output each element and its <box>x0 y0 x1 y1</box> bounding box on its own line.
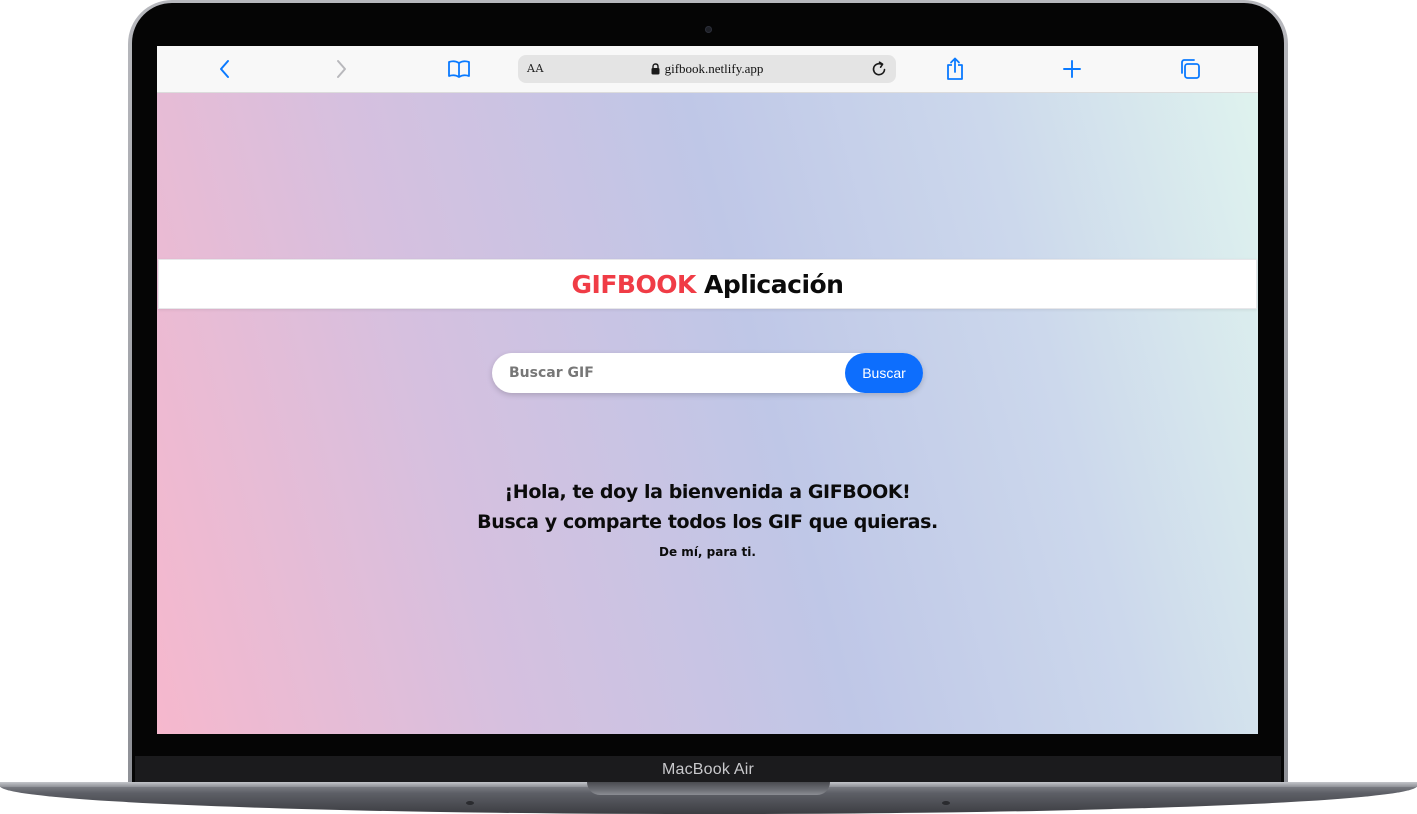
page-title: GIFBOOK Aplicación <box>572 270 844 299</box>
lock-icon <box>651 63 660 75</box>
address-bar[interactable]: AA gifbook.netlify.app <box>518 55 896 83</box>
app-header: GIFBOOK Aplicación <box>158 259 1257 309</box>
chevron-right-icon <box>337 60 346 78</box>
base-foot <box>466 801 474 805</box>
back-button[interactable] <box>213 57 237 81</box>
browser-toolbar: AA gifbook.netlify.app <box>157 46 1258 93</box>
search-form: Buscar <box>492 353 923 393</box>
tabs-icon <box>1181 59 1200 79</box>
web-page: GIFBOOK Aplicación Buscar ¡Hola, te doy … <box>157 93 1258 734</box>
model-label: MacBook Air <box>661 760 754 778</box>
laptop-mockup: AA gifbook.netlify.app GIFBOOK Aplicació… <box>0 0 1417 814</box>
base-notch <box>587 782 830 795</box>
search-input[interactable] <box>492 353 832 393</box>
bezel-chin: MacBook Air <box>135 756 1281 783</box>
share-button[interactable] <box>943 57 967 81</box>
welcome-heading: ¡Hola, te doy la bienvenida a GIFBOOK! <box>504 481 911 503</box>
search-button[interactable]: Buscar <box>845 353 923 393</box>
share-icon <box>947 57 963 80</box>
chevron-left-icon <box>220 60 229 78</box>
reload-icon <box>872 61 886 76</box>
tabs-button[interactable] <box>1178 57 1202 81</box>
plus-icon <box>1063 60 1081 78</box>
forward-button[interactable] <box>329 57 353 81</box>
camera-icon <box>705 26 712 33</box>
base-foot <box>942 801 950 805</box>
bookmarks-button[interactable] <box>447 57 471 81</box>
book-icon <box>448 60 470 78</box>
reload-button[interactable] <box>870 60 888 78</box>
text-size-button[interactable]: AA <box>527 62 544 75</box>
welcome-message: ¡Hola, te doy la bienvenida a GIFBOOK! B… <box>157 477 1258 537</box>
tagline: De mí, para ti. <box>659 545 756 559</box>
url-text[interactable]: gifbook.netlify.app <box>665 61 764 77</box>
brand-name: GIFBOOK <box>571 269 697 299</box>
new-tab-button[interactable] <box>1060 57 1084 81</box>
welcome-subheading: Busca y comparte todos los GIF que quier… <box>477 511 938 533</box>
title-text: Aplicación <box>695 269 844 299</box>
screen: AA gifbook.netlify.app GIFBOOK Aplicació… <box>157 46 1258 734</box>
